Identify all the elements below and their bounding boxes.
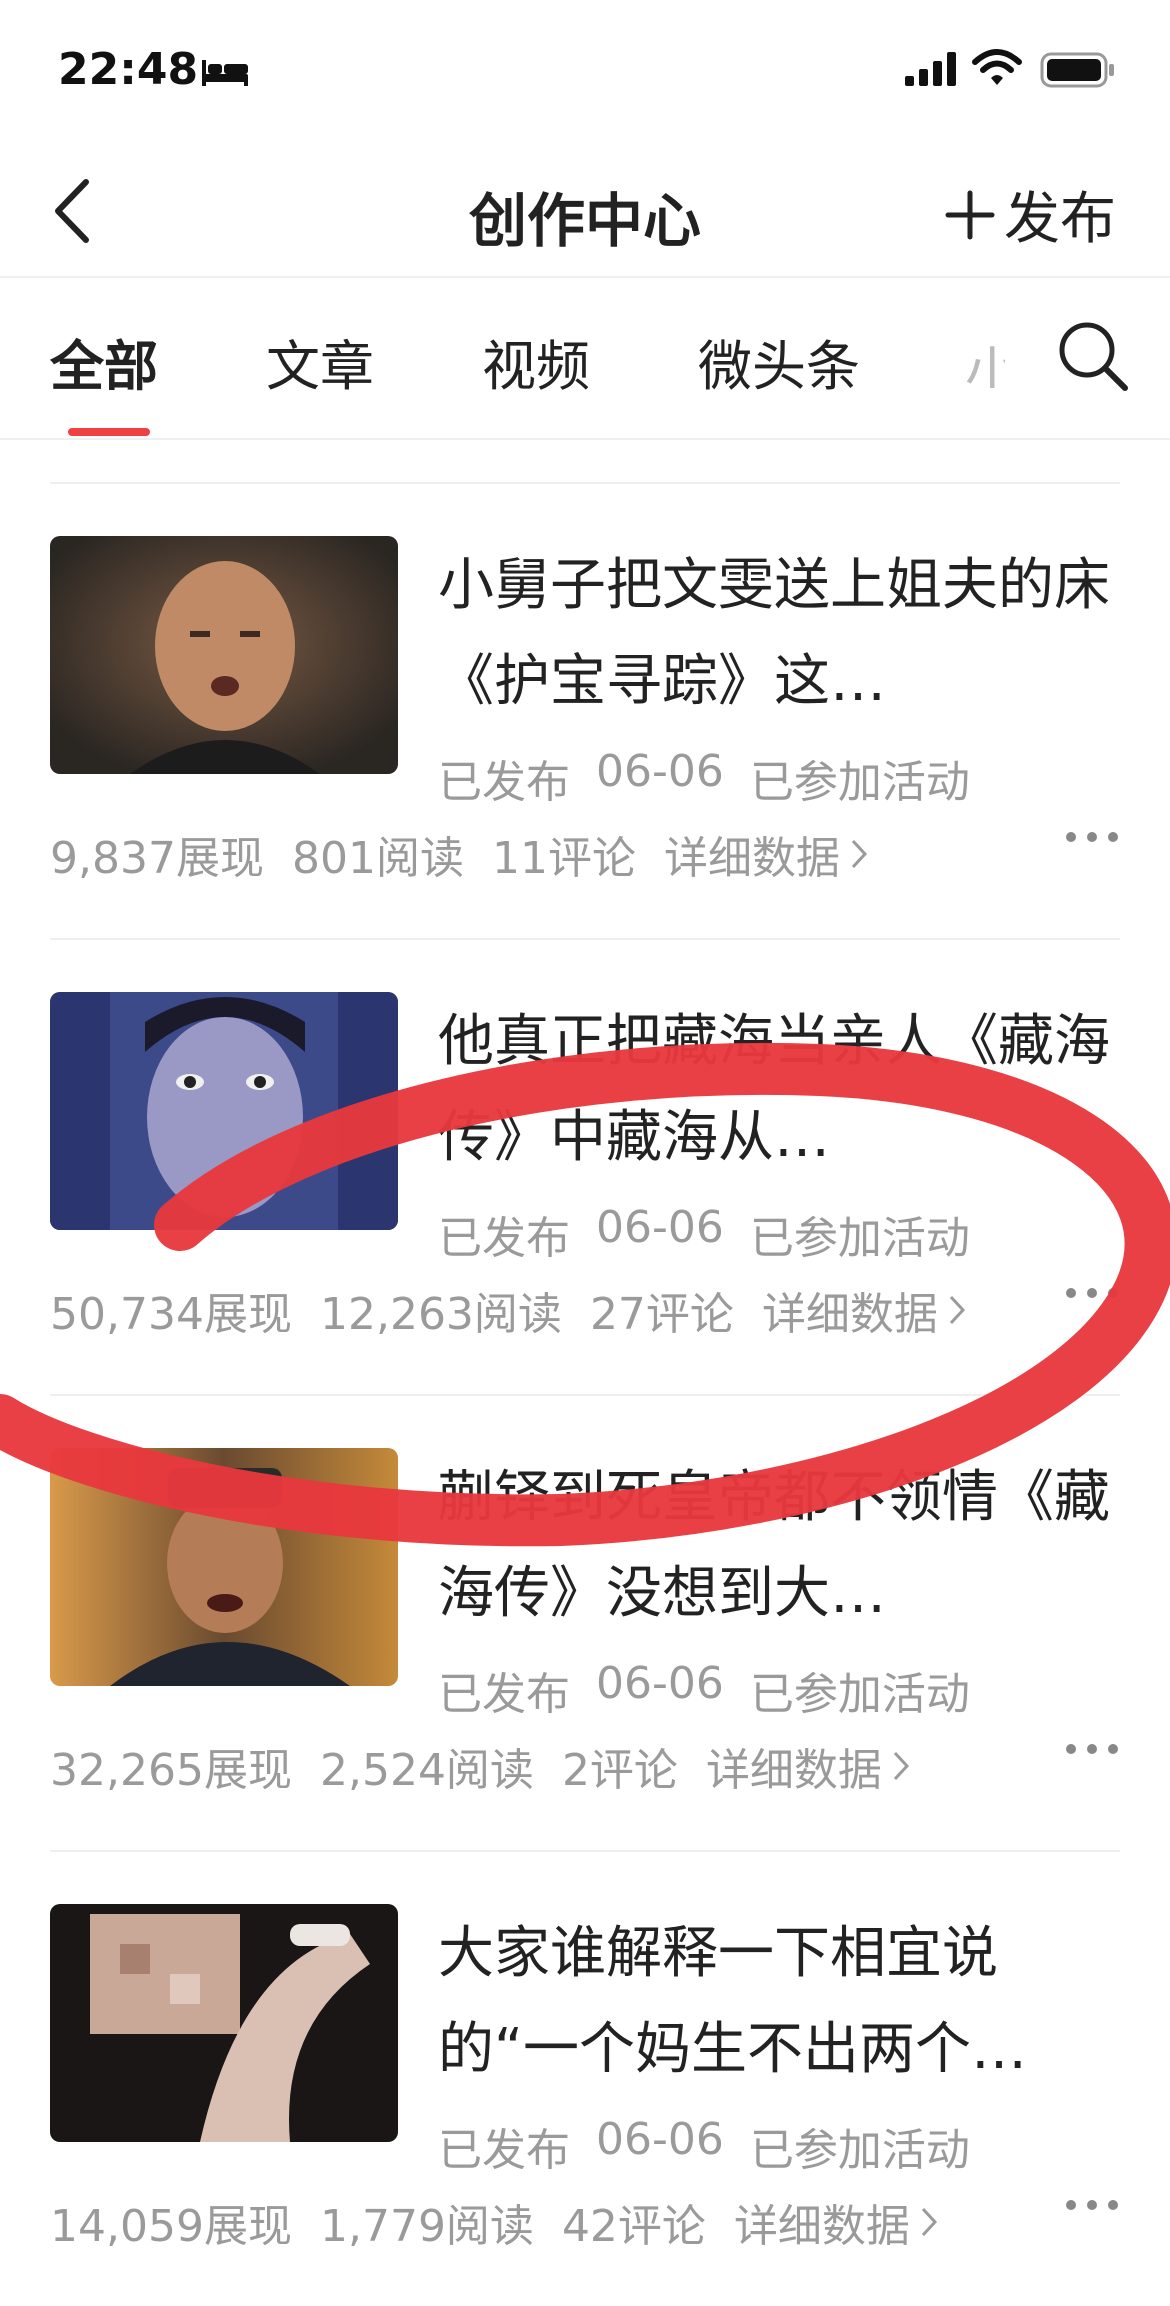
post-stats: 50,734展现 12,263阅读 27评论 详细数据 [50,1278,966,1342]
publish-status: 已发布 [438,1213,570,1264]
detail-data-link[interactable]: 详细数据 [762,1278,966,1342]
tab-videos[interactable]: 视频 [482,322,590,401]
activity-status: 已参加活动 [749,757,970,808]
impressions: 32,265展现 [50,1745,292,1796]
chevron-right-icon [949,1295,965,1325]
more-icon[interactable] [1064,830,1120,844]
publish-status: 已发布 [438,757,570,808]
detail-label: 详细数据 [733,2201,910,2252]
publish-date: 06-06 [596,2114,724,2165]
detail-label: 详细数据 [761,1289,938,1340]
publish-status: 已发布 [438,1669,570,1720]
activity-status: 已参加活动 [749,2125,970,2176]
tab-all[interactable]: 全部 [50,322,158,401]
publish-date: 06-06 [596,1658,724,1709]
post-list: 小舅子把文雯送上姐夫的床《护宝寻踪》这… 已发布 06-06 已参加活动 9,8… [50,482,1120,2306]
nav-bar: 创作中心 发布 [0,140,1170,278]
post-meta: 已发布 06-06 已参加活动 [438,1202,970,1266]
reads: 801阅读 [291,833,464,884]
signal-icon [905,52,956,86]
search-icon[interactable] [1055,318,1131,394]
publish-date: 06-06 [596,1202,724,1253]
chevron-right-icon [851,839,867,869]
status-bar: 22:48 [0,0,1170,140]
detail-data-link[interactable]: 详细数据 [706,1734,910,1798]
list-item[interactable]: 他真正把藏海当亲人《藏海传》中藏海从… 已发布 06-06 已参加活动 50,7… [50,938,1120,1394]
impressions: 14,059展现 [50,2201,292,2252]
activity-status: 已参加活动 [749,1669,970,1720]
comments: 42评论 [561,2201,706,2252]
tab-bar: 全部 文章 视频 微头条 小 [0,278,1170,440]
detail-data-link[interactable]: 详细数据 [664,822,868,886]
tab-overflow-label: 小 [965,341,1005,388]
chevron-right-icon [893,1751,909,1781]
comments: 11评论 [491,833,636,884]
more-icon[interactable] [1064,1742,1120,1756]
bed-icon [202,60,248,86]
post-meta: 已发布 06-06 已参加活动 [438,746,970,810]
thumbnail [50,536,398,774]
thumbnail [50,1904,398,2142]
tab-micro-headlines[interactable]: 微头条 [698,322,860,401]
post-stats: 9,837展现 801阅读 11评论 详细数据 [50,822,868,886]
publish-label: 发布 [1004,187,1116,252]
post-title[interactable]: 大家谁解释一下相宜说的“一个妈生不出两个… [438,1906,1138,2098]
thumbnail [50,992,398,1230]
list-item[interactable]: 大家谁解释一下相宜说的“一个妈生不出两个… 已发布 06-06 已参加活动 14… [50,1850,1120,2306]
list-item[interactable]: 小舅子把文雯送上姐夫的床《护宝寻踪》这… 已发布 06-06 已参加活动 9,8… [50,482,1120,938]
list-item[interactable]: 蒯铎到死皇帝都不领情《藏海传》没想到大… 已发布 06-06 已参加活动 32,… [50,1394,1120,1850]
reads: 2,524阅读 [319,1745,534,1796]
impressions: 9,837展现 [50,833,264,884]
thumbnail [50,1448,398,1686]
reads: 1,779阅读 [319,2201,534,2252]
more-icon[interactable] [1064,1286,1120,1300]
post-meta: 已发布 06-06 已参加活动 [438,1658,970,1722]
status-time: 22:48 [58,44,199,95]
post-stats: 14,059展现 1,779阅读 42评论 详细数据 [50,2190,938,2254]
publish-date: 06-06 [596,746,724,797]
post-title[interactable]: 小舅子把文雯送上姐夫的床《护宝寻踪》这… [438,538,1138,730]
comments: 27评论 [589,1289,734,1340]
tab-articles[interactable]: 文章 [266,322,374,401]
post-title[interactable]: 蒯铎到死皇帝都不领情《藏海传》没想到大… [438,1450,1138,1642]
activity-status: 已参加活动 [749,1213,970,1264]
battery-icon [1040,52,1114,88]
comments: 2评论 [561,1745,678,1796]
active-tab-indicator [68,428,150,436]
plus-icon [945,190,995,239]
publish-button[interactable]: 发布 [944,174,1116,255]
publish-status: 已发布 [438,2125,570,2176]
detail-label: 详细数据 [705,1745,882,1796]
detail-label: 详细数据 [663,833,840,884]
post-stats: 32,265展现 2,524阅读 2评论 详细数据 [50,1734,910,1798]
chevron-right-icon [921,2207,937,2237]
post-meta: 已发布 06-06 已参加活动 [438,2114,970,2178]
more-icon[interactable] [1064,2198,1120,2212]
detail-data-link[interactable]: 详细数据 [734,2190,938,2254]
post-title[interactable]: 他真正把藏海当亲人《藏海传》中藏海从… [438,994,1138,1186]
wifi-icon [972,49,1022,85]
reads: 12,263阅读 [319,1289,562,1340]
impressions: 50,734展现 [50,1289,292,1340]
tab-overflow[interactable]: 小 [965,328,1005,388]
